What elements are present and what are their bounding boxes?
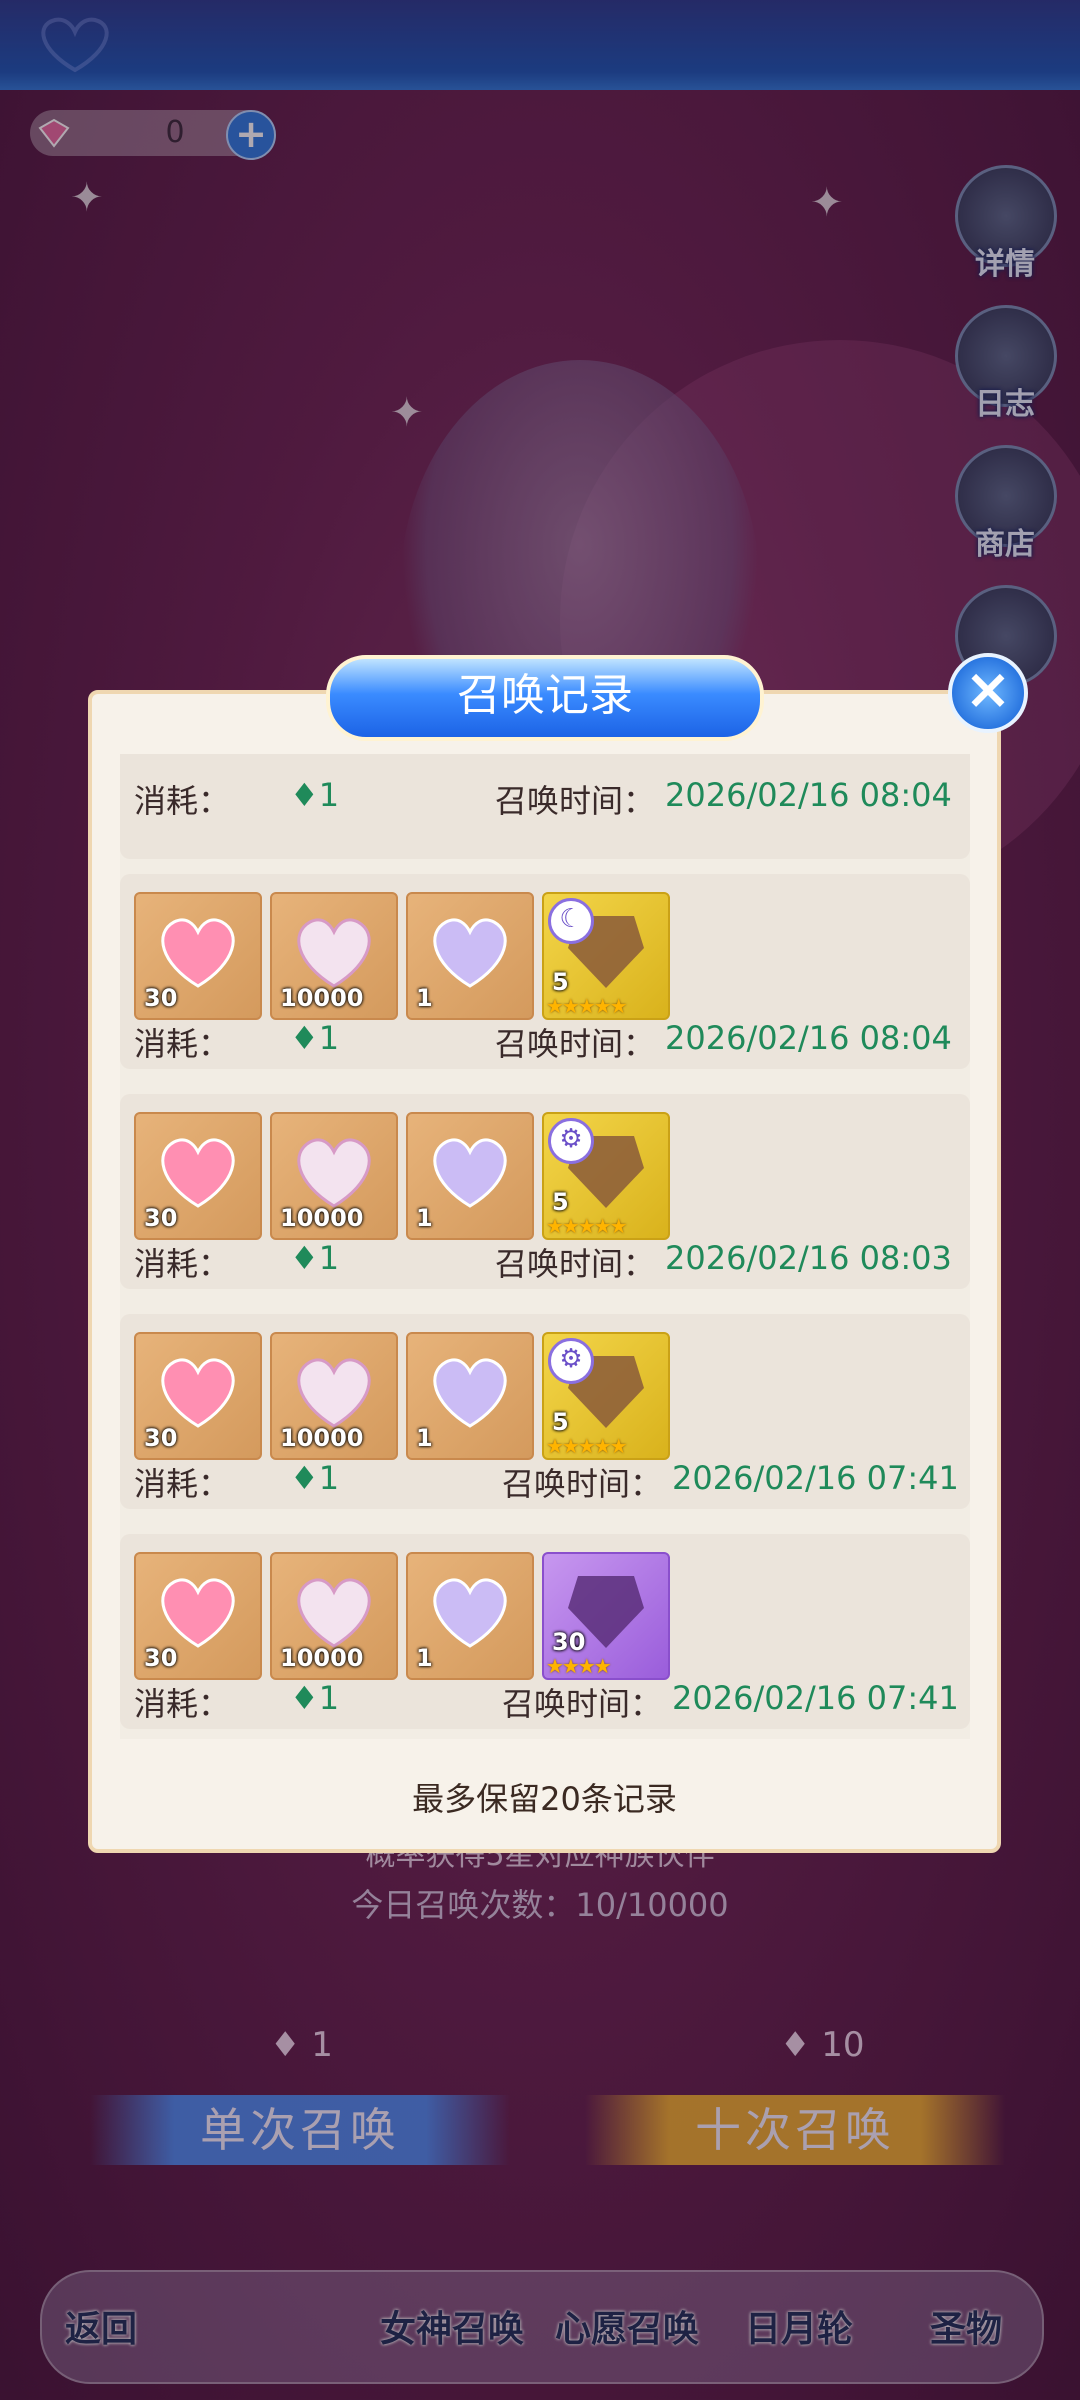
pink-gem-icon: ♦ bbox=[290, 1239, 319, 1277]
pink-gem-icon: ♦ bbox=[290, 1459, 319, 1497]
pink-heart-icon[interactable]: 30 bbox=[134, 1332, 262, 1460]
record-list[interactable]: 消耗： ♦1 召唤时间： 2026/02/16 08:04 30 10000 1… bbox=[120, 754, 970, 1739]
crystal-heart-icon[interactable]: 1 bbox=[406, 1332, 534, 1460]
pink-heart-icon[interactable]: 30 bbox=[134, 892, 262, 1020]
crystal-heart-icon[interactable]: 1 bbox=[406, 1552, 534, 1680]
star-rating: ★★★★★ bbox=[546, 994, 628, 1018]
exp-crystal-icon[interactable]: 10000 bbox=[270, 1332, 398, 1460]
pink-gem-icon: ♦ bbox=[290, 776, 319, 814]
gear-icon: ⚙ bbox=[548, 1118, 594, 1164]
character-card-icon[interactable]: ⚙ 5 ★★★★★ bbox=[542, 1112, 670, 1240]
record-item: 30 10000 1 ⚙ 5 ★★★★★ 消耗： ♦1 召唤时间： 2026/0… bbox=[120, 1094, 970, 1289]
summon-record-dialog: 消耗： ♦1 召唤时间： 2026/02/16 08:04 30 10000 1… bbox=[88, 690, 1001, 1853]
record-item: 30 10000 1 30 ★★★★ 消耗： ♦1 召唤时间： 2026/02/… bbox=[120, 1534, 970, 1729]
pink-heart-icon[interactable]: 30 bbox=[134, 1552, 262, 1680]
character-card-icon[interactable]: 30 ★★★★ bbox=[542, 1552, 670, 1680]
record-item: 30 10000 1 ☾ 5 ★★★★★ 消耗： ♦1 召唤时间： 2026/0… bbox=[120, 874, 970, 1069]
pink-gem-icon: ♦ bbox=[290, 1019, 319, 1057]
character-card-icon[interactable]: ⚙ 5 ★★★★★ bbox=[542, 1332, 670, 1460]
gear-icon: ⚙ bbox=[548, 1338, 594, 1384]
exp-crystal-icon[interactable]: 10000 bbox=[270, 1112, 398, 1240]
exp-crystal-icon[interactable]: 10000 bbox=[270, 892, 398, 1020]
record-item: 消耗： ♦1 召唤时间： 2026/02/16 08:04 bbox=[120, 754, 970, 859]
exp-crystal-icon[interactable]: 10000 bbox=[270, 1552, 398, 1680]
close-icon[interactable]: × bbox=[948, 653, 1028, 733]
star-rating: ★★★★★ bbox=[546, 1214, 628, 1238]
star-rating: ★★★★ bbox=[546, 1654, 612, 1678]
pink-heart-icon[interactable]: 30 bbox=[134, 1112, 262, 1240]
crystal-heart-icon[interactable]: 1 bbox=[406, 892, 534, 1020]
star-rating: ★★★★★ bbox=[546, 1434, 628, 1458]
character-card-icon[interactable]: ☾ 5 ★★★★★ bbox=[542, 892, 670, 1020]
moon-icon: ☾ bbox=[548, 898, 594, 944]
record-limit-note: 最多保留20条记录 bbox=[412, 1780, 677, 1818]
crystal-heart-icon[interactable]: 1 bbox=[406, 1112, 534, 1240]
record-item: 30 10000 1 ⚙ 5 ★★★★★ 消耗： ♦1 召唤时间： 2026/0… bbox=[120, 1314, 970, 1509]
dialog-title: 召唤记录 bbox=[326, 655, 764, 741]
pink-gem-icon: ♦ bbox=[290, 1679, 319, 1717]
